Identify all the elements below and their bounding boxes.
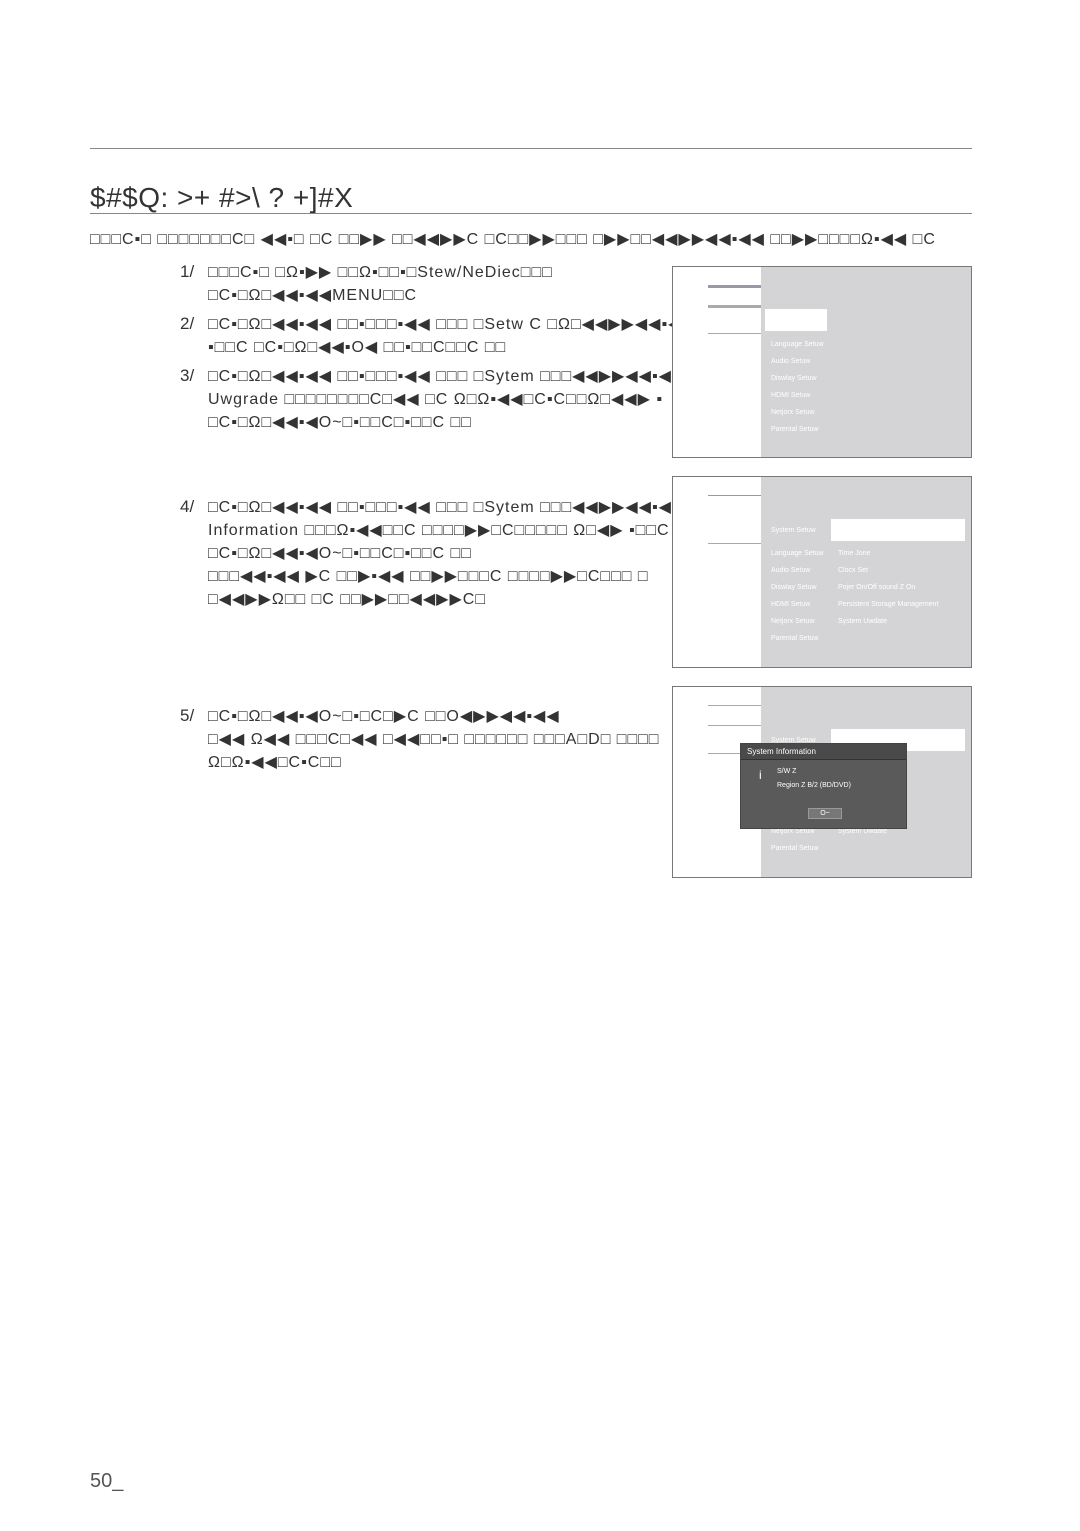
step-number: 2/: [180, 314, 195, 333]
step-text: Information □□□Ω▪◀◀□□C □□□□▶▶□C□□□□□ Ω□◀…: [208, 522, 670, 539]
step-text: □◀◀ Ω◀◀ □□□C□◀◀ □◀◀□□▪□ □□□□□□ □□□A□D□ □…: [208, 731, 660, 748]
menu-item-parental[interactable]: Parental Setuw: [771, 635, 818, 642]
title-underline: [90, 213, 972, 214]
screenshot-setup-menu: Language Setuw Audio Setuw Diswlay Setuw…: [672, 266, 972, 458]
header-rule: [90, 148, 972, 149]
step-text: □C▪□Ω□◀◀▪◀◀MENU□□C: [208, 287, 418, 304]
menu-item-audio[interactable]: Audio Setuw: [771, 358, 810, 365]
menu-item-parental[interactable]: Parental Setuw: [771, 845, 818, 852]
screenshot-system-setup: System Setuw Language Setuw Audio Setuw …: [672, 476, 972, 668]
step-text: □C▪□Ω□◀◀▪◀O~□▪□C□▶C □□O◀▶▶◀◀▪◀◀: [208, 708, 560, 725]
step-text: □C▪□Ω□◀◀▪◀◀ □□▪□□□▪◀◀ □□□ □Setw C □Ω□◀◀▶…: [208, 316, 695, 333]
step-text: □C▪□Ω□◀◀▪◀O~□▪□□C□▪□□C □□: [208, 414, 472, 431]
step-text: □□□◀◀▪◀◀ ▶C □□▶▪◀◀ □□▶▶□□□C □□□□▶▶□C□□□ …: [208, 568, 649, 585]
software-version: S/W Z: [777, 768, 797, 775]
menu-item-display[interactable]: Diswlay Setuw: [771, 375, 817, 382]
dialog-title: System Information: [741, 744, 906, 760]
manual-page: $#$Q: >+ #>\ ? +]#X □□□C▪□ □□□□□□□C□ ◀◀▪…: [0, 0, 1080, 1531]
step-text: Ω□Ω▪◀◀□C▪C□□: [208, 754, 342, 771]
step-text: □C▪□Ω□◀◀▪◀O~□▪□□C□▪□□C □□: [208, 545, 472, 562]
submenu-time-zone[interactable]: Time Jone: [838, 550, 870, 557]
intro-text: □□□C▪□ □□□□□□□C□ ◀◀▪□ □C □□▶▶ □□◀◀▶▶C □C…: [90, 231, 936, 248]
section-title: $#$Q: >+ #>\ ? +]#X: [90, 182, 354, 213]
step-text: □C▪□Ω□◀◀▪◀◀ □□▪□□□▪◀◀ □□□ □Sytem □□□◀◀▶▶…: [208, 499, 686, 516]
step-text: □□□C▪□ □Ω▪▶▶ □□Ω▪□□▪□Stew/NeDiec□□□: [208, 264, 553, 281]
submenu-system-update[interactable]: System Uwdate: [838, 618, 887, 625]
step-text: ▪□□C □C▪□Ω□◀◀▪O◀ □□▪□□C□□C □□: [208, 339, 507, 356]
submenu-storage[interactable]: Persistent Storage Management: [838, 601, 938, 608]
menu-item-language[interactable]: Language Setuw: [771, 341, 824, 348]
menu-item-parental[interactable]: Parental Setuw: [771, 426, 818, 433]
menu-item-language[interactable]: Language Setuw: [771, 550, 824, 557]
submenu-clock-set[interactable]: Clocx Set: [838, 567, 868, 574]
menu-item-hdmi[interactable]: HDMI Setuw: [771, 392, 810, 399]
step-number: 3/: [180, 366, 195, 385]
info-icon: i: [759, 768, 762, 782]
step-text: □◀◀▶▶Ω□□ □C □□▶▶□□◀◀▶▶C□: [208, 591, 486, 608]
submenu-power-sound[interactable]: Pojer On/Off sound Z On: [838, 584, 915, 591]
menu-item-hdmi[interactable]: HDMI Setuw: [771, 601, 810, 608]
ok-button[interactable]: O~: [808, 808, 842, 819]
region-code: Region Z B/2 (BD/DVD): [777, 782, 851, 789]
step-number: 1/: [180, 262, 195, 281]
step-text: □C▪□Ω□◀◀▪◀◀ □□▪□□□▪◀◀ □□□ □Sytem □□□◀◀▶▶…: [208, 368, 686, 385]
menu-item-system[interactable]: System Setuw: [771, 527, 816, 534]
menu-item-audio[interactable]: Audio Setuw: [771, 567, 810, 574]
menu-item-display[interactable]: Diswlay Setuw: [771, 584, 817, 591]
menu-item-network[interactable]: Netjorx Setuw: [771, 618, 815, 625]
menu-item-network[interactable]: Netjorx Setuw: [771, 828, 815, 835]
screenshot-system-information: System Setuw Netjorx Setuw Parental Setu…: [672, 686, 972, 878]
step-number: 5/: [180, 706, 195, 725]
step-text: Uwgrade □□□□□□□□C□◀◀ □C Ω□Ω▪◀◀□C▪C□□Ω□◀◀…: [208, 391, 664, 408]
system-information-dialog: System Information i S/W Z Region Z B/2 …: [740, 743, 907, 829]
menu-item-network[interactable]: Netjorx Setuw: [771, 409, 815, 416]
page-number: 50_: [90, 1470, 124, 1492]
submenu-system-update[interactable]: System Uwdate: [838, 828, 887, 835]
step-number: 4/: [180, 497, 195, 516]
